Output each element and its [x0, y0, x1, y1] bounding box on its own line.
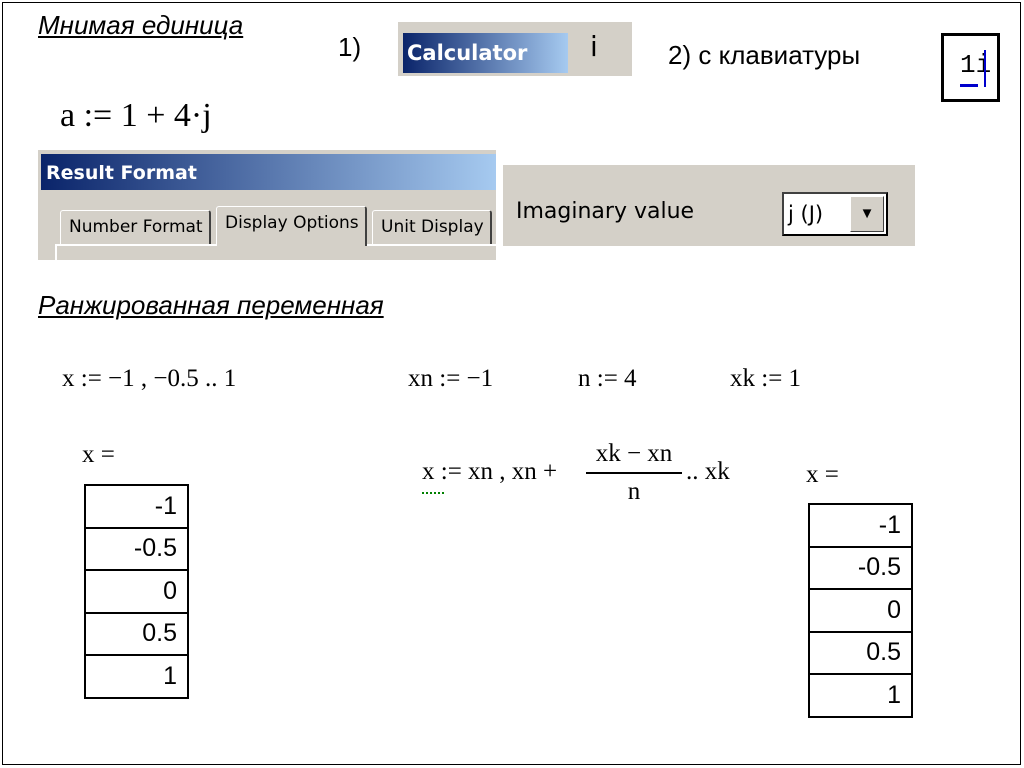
- formula-assign: := xn , xn +: [440, 458, 558, 485]
- fraction: xk − xn n: [586, 440, 682, 506]
- table-row: 0.5: [84, 611, 189, 656]
- tab-unit-display[interactable]: Unit Display: [372, 210, 492, 244]
- section-title-imaginary-unit: Мнимая единица: [38, 10, 244, 40]
- range-definition: x := −1 , −0.5 .. 1: [62, 365, 237, 392]
- keyboard-example-text: 1i: [960, 50, 992, 80]
- table-row: -1: [808, 503, 913, 548]
- fraction-numerator: xk − xn: [595, 440, 673, 467]
- formula-lhs: x: [422, 458, 435, 485]
- table-row: -0.5: [84, 526, 189, 571]
- table-row: 1: [808, 673, 913, 718]
- calculator-title: Calculator: [403, 33, 568, 73]
- xk-definition: xk := 1: [730, 365, 802, 392]
- result-label-left: x =: [82, 441, 115, 468]
- underline-cursor: [960, 84, 978, 87]
- imaginary-value-label: Imaginary value: [516, 199, 695, 224]
- section-title-range-variable: Ранжированная переменная: [38, 290, 384, 320]
- result-table-left: -1 -0.5 0 0.5 1: [84, 484, 189, 699]
- n-definition: n := 4: [578, 365, 637, 392]
- imaginary-i-button[interactable]: i: [590, 30, 598, 63]
- keyboard-example-box: 1i: [941, 33, 1000, 102]
- tab-display-options[interactable]: Display Options: [216, 206, 367, 246]
- imaginary-value-select[interactable]: j (J) ▼: [782, 192, 888, 236]
- table-row: 0: [808, 588, 913, 633]
- assignment-a: a := 1 + 4·j: [60, 97, 212, 134]
- table-row: 1: [84, 654, 189, 699]
- warning-squiggle: [422, 486, 444, 494]
- range-formula: x := xn , xn +: [422, 458, 557, 486]
- xn-definition: xn := −1: [408, 365, 494, 392]
- calculator-toolbar: Calculator i: [398, 20, 632, 76]
- insertion-cursor: [984, 50, 986, 87]
- step-1-label: 1): [338, 32, 362, 62]
- table-row: -0.5: [808, 545, 913, 590]
- result-label-right: x =: [806, 461, 839, 488]
- dialog-title: Result Format: [41, 154, 496, 190]
- imaginary-value-panel: Imaginary value j (J) ▼: [503, 165, 915, 246]
- formula-tail: .. xk: [686, 458, 730, 485]
- tab-number-format[interactable]: Number Format: [60, 210, 211, 244]
- fraction-denominator: n: [586, 472, 682, 506]
- step-2-label: 2) с клавиатуры: [668, 40, 861, 70]
- table-row: -1: [84, 484, 189, 529]
- selected-value: j (J): [788, 202, 824, 226]
- chevron-down-icon[interactable]: ▼: [850, 196, 884, 232]
- table-row: 0: [84, 569, 189, 614]
- result-format-dialog: Result Format Number Format Display Opti…: [38, 150, 496, 260]
- table-row: 0.5: [808, 630, 913, 675]
- result-table-right: -1 -0.5 0 0.5 1: [808, 503, 913, 718]
